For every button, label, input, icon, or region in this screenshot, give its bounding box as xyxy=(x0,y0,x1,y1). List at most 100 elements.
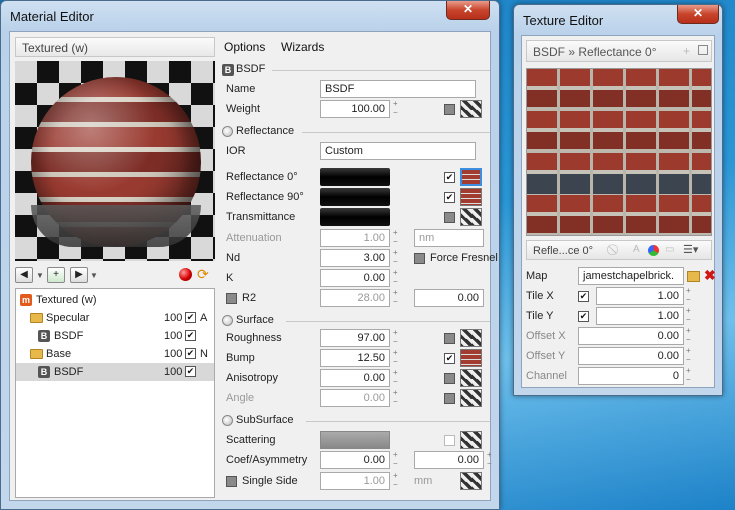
chevron-down-icon[interactable]: ▼ xyxy=(36,271,44,280)
texture-slot[interactable] xyxy=(460,389,482,407)
scattering-tex-checkbox[interactable] xyxy=(444,435,455,446)
texture-slot[interactable] xyxy=(460,349,482,367)
refresh-icon[interactable]: ⟳ xyxy=(197,266,209,283)
spinner-icon[interactable]: + − xyxy=(393,248,401,266)
single-side-checkbox[interactable] xyxy=(226,476,237,487)
single-side-input[interactable]: 1.00 xyxy=(320,472,390,490)
spinner-icon[interactable]: + − xyxy=(393,388,401,406)
r2-falloff-input[interactable]: 0.00 xyxy=(414,289,484,307)
image-icon[interactable]: ▭ xyxy=(665,244,674,255)
folder-open-icon[interactable] xyxy=(687,271,700,282)
spinner-icon[interactable]: + − xyxy=(393,348,401,366)
channel-input[interactable]: 0 xyxy=(578,367,684,385)
angle-tex-checkbox[interactable] xyxy=(444,393,455,404)
texture-slot[interactable] xyxy=(460,100,482,118)
tree-item-checkbox[interactable] xyxy=(185,312,196,323)
force-fresnel-checkbox[interactable] xyxy=(414,253,425,264)
roughness-input[interactable]: 97.00 xyxy=(320,329,390,347)
maximize-icon[interactable] xyxy=(698,45,708,55)
tile-y-input[interactable]: 1.00 xyxy=(596,307,684,325)
material-editor-titlebar[interactable]: Material Editor ✕ xyxy=(1,1,499,31)
attenuation-unit[interactable]: nm xyxy=(414,229,484,247)
tree-item[interactable]: Specular 100 A xyxy=(16,309,214,327)
render-ball-icon[interactable] xyxy=(179,268,192,281)
bump-tex-checkbox[interactable] xyxy=(444,353,455,364)
coef-input[interactable]: 0.00 xyxy=(320,451,390,469)
reflectance-90-tex-checkbox[interactable] xyxy=(444,192,455,203)
map-input[interactable]: jamestchapelbrick. xyxy=(578,267,684,285)
texture-slot[interactable] xyxy=(460,472,482,490)
spinner-icon[interactable]: + − xyxy=(393,328,401,346)
plus-icon[interactable]: + xyxy=(683,44,690,58)
weight-input[interactable]: 100.00 xyxy=(320,100,390,118)
spinner-icon[interactable]: + − xyxy=(686,306,694,324)
texture-preview[interactable] xyxy=(526,68,712,236)
anisotropy-tex-checkbox[interactable] xyxy=(444,373,455,384)
forward-arrow-icon[interactable]: ▶ xyxy=(70,267,88,283)
anisotropy-input[interactable]: 0.00 xyxy=(320,369,390,387)
tree-item[interactable]: m Textured (w) xyxy=(16,291,214,309)
section-toggle-icon[interactable] xyxy=(222,126,233,137)
tree-item-checkbox[interactable] xyxy=(185,366,196,377)
spinner-icon[interactable]: + − xyxy=(393,268,401,286)
texture-slot[interactable] xyxy=(460,208,482,226)
scattering-color[interactable] xyxy=(320,431,390,449)
k-input[interactable]: 0.00 xyxy=(320,269,390,287)
asymmetry-input[interactable]: 0.00 xyxy=(414,451,484,469)
spinner-icon[interactable]: + − xyxy=(393,471,401,489)
spinner-icon[interactable]: + − xyxy=(393,228,401,246)
transmittance-color[interactable] xyxy=(320,208,390,226)
back-arrow-icon[interactable]: ◀ xyxy=(15,267,33,283)
spinner-icon[interactable]: + − xyxy=(393,99,401,117)
texture-slot[interactable] xyxy=(460,329,482,347)
chevron-down-icon[interactable]: ▼ xyxy=(90,271,98,280)
spinner-icon[interactable]: + − xyxy=(686,346,694,364)
r2-checkbox[interactable] xyxy=(226,293,237,304)
angle-input[interactable]: 0.00 xyxy=(320,389,390,407)
bump-input[interactable]: 12.50 xyxy=(320,349,390,367)
tree-item-checkbox[interactable] xyxy=(185,330,196,341)
roughness-tex-checkbox[interactable] xyxy=(444,333,455,344)
tile-y-checkbox[interactable] xyxy=(578,311,589,322)
spinner-icon[interactable]: + − xyxy=(686,366,694,384)
clear-icon[interactable]: ✖ xyxy=(704,267,716,284)
transmittance-tex-checkbox[interactable] xyxy=(444,212,455,223)
tree-item[interactable]: B BSDF 100 xyxy=(16,327,214,345)
tree-item-selected[interactable]: B BSDF 100 xyxy=(16,363,214,381)
texture-slot[interactable] xyxy=(460,431,482,449)
tree-item[interactable]: Base 100 N xyxy=(16,345,214,363)
adjust-icon[interactable]: ☰▾ xyxy=(683,243,698,256)
reflectance-0-tex-checkbox[interactable] xyxy=(444,172,455,183)
reflectance-90-color[interactable] xyxy=(320,188,390,206)
material-preview[interactable] xyxy=(15,61,215,261)
material-tree[interactable]: m Textured (w) Specular 100 A B BSDF 100… xyxy=(15,288,215,498)
offset-y-input[interactable]: 0.00 xyxy=(578,347,684,365)
texture-slot[interactable] xyxy=(460,369,482,387)
close-button[interactable]: ✕ xyxy=(446,1,490,20)
tile-x-input[interactable]: 1.00 xyxy=(596,287,684,305)
menu-wizards[interactable]: Wizards xyxy=(281,40,324,54)
ior-dropdown[interactable]: Custom xyxy=(320,142,476,160)
name-input[interactable]: BSDF xyxy=(320,80,476,98)
spinner-icon[interactable]: + − xyxy=(686,326,694,344)
offset-x-input[interactable]: 0.00 xyxy=(578,327,684,345)
section-toggle-icon[interactable] xyxy=(222,315,233,326)
texture-slot[interactable] xyxy=(460,188,482,206)
spinner-icon[interactable]: + − xyxy=(487,450,495,468)
add-layer-icon[interactable]: + xyxy=(47,267,65,283)
spinner-icon[interactable]: + − xyxy=(393,368,401,386)
tree-item-checkbox[interactable] xyxy=(185,348,196,359)
nd-input[interactable]: 3.00 xyxy=(320,249,390,267)
weight-tex-checkbox[interactable] xyxy=(444,104,455,115)
spinner-icon[interactable]: + − xyxy=(686,286,694,304)
section-toggle-icon[interactable] xyxy=(222,415,233,426)
tile-x-checkbox[interactable] xyxy=(578,291,589,302)
texture-editor-titlebar[interactable]: Texture Editor ✕ xyxy=(514,5,722,35)
r2-input[interactable]: 28.00 xyxy=(320,289,390,307)
rgb-icon[interactable] xyxy=(648,245,659,256)
attenuation-input[interactable]: 1.00 xyxy=(320,229,390,247)
menu-options[interactable]: Options xyxy=(224,40,265,54)
close-button[interactable]: ✕ xyxy=(677,5,719,24)
spinner-icon[interactable]: + − xyxy=(393,450,401,468)
alpha-icon[interactable]: A xyxy=(633,244,640,255)
